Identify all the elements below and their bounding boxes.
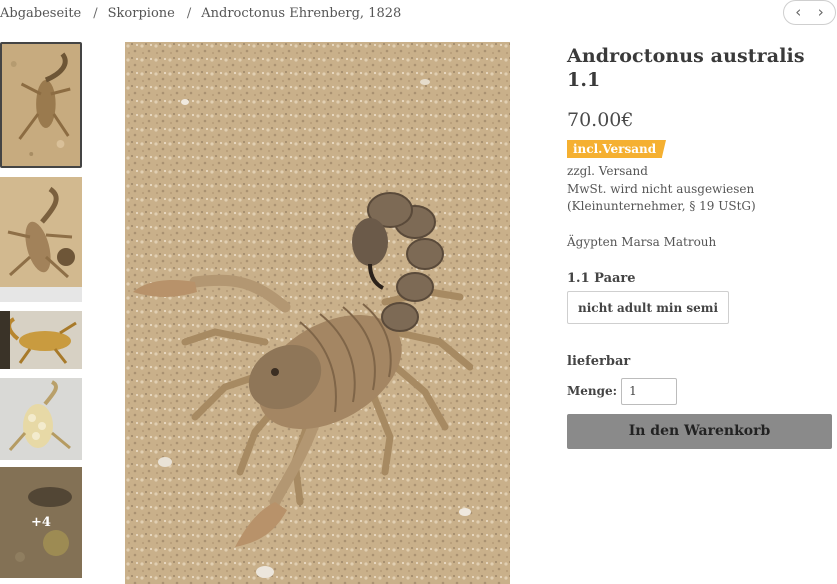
more-images-overlay: +4 bbox=[0, 467, 82, 578]
gallery-thumbnail-2[interactable] bbox=[0, 177, 82, 302]
chevron-left-icon[interactable]: ‹ bbox=[795, 5, 801, 20]
product-info: Androctonus australis 1.1 70.00€ incl.Ve… bbox=[567, 42, 833, 449]
breadcrumb-separator: / bbox=[186, 6, 192, 21]
chevron-right-icon[interactable]: › bbox=[818, 5, 824, 20]
product-origin: Ägypten Marsa Matrouh bbox=[567, 234, 717, 249]
tax-note-line1: MwSt. wird nicht ausgewiesen bbox=[567, 181, 755, 196]
quantity-row: Menge: bbox=[567, 377, 833, 405]
shipping-badge: incl.Versand bbox=[567, 140, 667, 158]
availability-status: lieferbar bbox=[567, 353, 631, 369]
gallery-thumbnail-more[interactable]: +4 bbox=[0, 467, 82, 578]
gallery-thumbnail-3[interactable] bbox=[0, 311, 82, 369]
breadcrumb-home[interactable]: Abgabeseite bbox=[0, 6, 81, 21]
add-to-cart-button[interactable]: In den Warenkorb bbox=[567, 413, 832, 449]
gallery-thumbnail-1[interactable] bbox=[0, 42, 82, 168]
quantity-label: Menge: bbox=[567, 384, 618, 398]
breadcrumb-separator: / bbox=[93, 6, 98, 21]
product-price: 70.00€ bbox=[567, 109, 634, 131]
scorpion-photo-thumbnail bbox=[0, 311, 82, 369]
gallery-thumbnail-4[interactable] bbox=[0, 378, 82, 460]
scorpion-photo-thumbnail bbox=[2, 44, 80, 166]
breadcrumb-category[interactable]: Skorpione bbox=[108, 6, 175, 21]
variant-label: 1.1 Paare bbox=[567, 270, 636, 286]
variant-option[interactable]: nicht adult min semi bbox=[567, 290, 730, 324]
scorpion-photo-thumbnail bbox=[0, 177, 82, 302]
scorpion-photo-thumbnail bbox=[0, 378, 82, 460]
breadcrumb-genus[interactable]: Androctonus Ehrenberg, 1828 bbox=[201, 6, 401, 21]
breadcrumb: Abgabeseite / Skorpione / Androctonus Ehrenb… bbox=[0, 6, 401, 21]
product-pager: ‹ › bbox=[783, 0, 836, 25]
product-main-image[interactable] bbox=[125, 42, 510, 584]
scorpion-photo bbox=[125, 42, 510, 584]
product-title: Androctonus australis 1.1 bbox=[567, 45, 805, 91]
quantity-input[interactable] bbox=[621, 377, 678, 405]
tax-note-line2: (Kleinunternehmer, § 19 UStG) bbox=[567, 199, 756, 213]
shipping-note[interactable]: zzgl. Versand bbox=[567, 163, 833, 181]
